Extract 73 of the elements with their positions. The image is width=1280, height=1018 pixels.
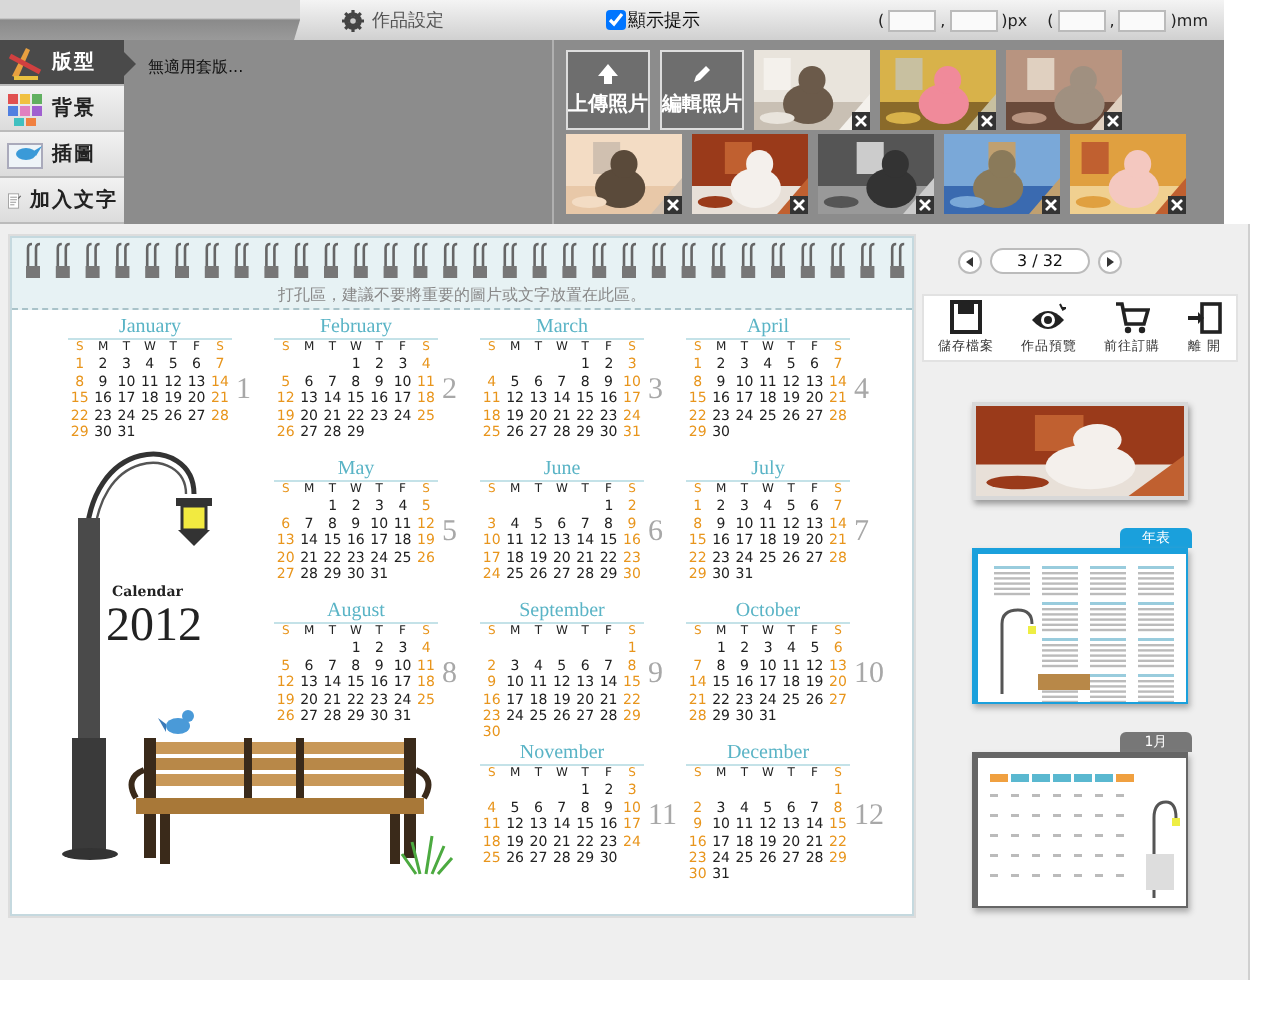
month-watermark-number: 4 [854,376,869,406]
month-watermark-number: 3 [648,376,663,406]
month-name: July [686,458,850,482]
close-icon[interactable] [978,112,996,130]
month-name: June [480,458,644,482]
month-watermark-number: 2 [442,376,457,406]
empty-message: 無適用套版... [148,56,246,78]
month-watermark-number: 7 [854,518,869,548]
month-name: March [480,316,644,340]
month-watermark-number: 8 [442,660,457,690]
pencil-icon [690,62,714,86]
close-icon[interactable] [916,196,934,214]
photo-thumbnail[interactable] [818,134,934,214]
month-watermark-number: 10 [854,660,884,690]
photo-thumbnail[interactable] [944,134,1060,214]
year-label: 2012 [106,600,202,652]
month-watermark-number: 9 [648,660,663,690]
page-counter: 3 / 32 [990,248,1090,274]
photo-thumbnail[interactable] [692,134,808,214]
hint-checkbox[interactable] [606,10,626,30]
photo-thumbnail[interactable] [1006,50,1122,130]
month-name: September [480,600,644,624]
photo-thumbnail[interactable] [754,50,870,130]
unit-label: )mm [1170,11,1208,29]
month-name: January [68,316,232,340]
month-name: April [686,316,850,340]
previous-page-icon[interactable] [958,249,982,273]
photo-thumbnail[interactable] [566,134,682,214]
close-icon[interactable] [664,196,682,214]
month-watermark-number: 12 [854,802,884,832]
photo-action-button[interactable]: 編輯照片 [660,50,744,130]
input-field[interactable] [888,9,937,31]
month-watermark-number: 5 [442,518,457,548]
month-watermark-number: 6 [648,518,663,548]
color-grid-icon [6,89,44,127]
grass-drawing [400,834,454,876]
photo-thumbnail[interactable] [880,50,996,130]
month-name: August [274,600,438,624]
sidebar-item[interactable]: 加入文字 [0,178,124,224]
settings-tab[interactable]: 作品設定 [330,4,456,36]
photo-thumbnail[interactable] [1070,134,1186,214]
close-icon[interactable] [1104,112,1122,130]
floppy-icon [947,300,984,336]
sidebar-item[interactable]: 背景 [0,86,124,132]
bracket-label: ( [878,11,885,29]
month-name: December [686,742,850,766]
upload-icon [596,62,620,86]
separator-label: , [940,11,946,29]
close-icon[interactable] [790,196,808,214]
month-watermark-number: 11 [648,802,677,832]
close-icon[interactable] [852,112,870,130]
cart-icon [1113,300,1150,336]
month-name: November [480,742,644,766]
checkbox-label: 顯示提示 [628,9,700,33]
unit-label: )px [1001,11,1028,29]
exit-door-icon [1186,300,1223,336]
gear-icon [342,9,364,31]
month-name: February [274,316,438,340]
month-name: October [686,600,850,624]
input-field[interactable] [1057,9,1106,31]
input-field[interactable] [1118,9,1167,31]
month-name: May [274,458,438,482]
bird-icon [158,710,194,734]
input-field[interactable] [949,9,998,31]
month-watermark-number: 1 [236,376,251,406]
ruler-pencil-icon [6,43,44,81]
photo-action-button[interactable]: 上傳照片 [566,50,650,130]
close-icon[interactable] [1042,196,1060,214]
bracket-label: ( [1047,11,1054,29]
separator-label: , [1109,11,1115,29]
next-page-icon[interactable] [1098,249,1122,273]
sidebar-item[interactable]: 插圖 [0,132,124,178]
close-icon[interactable] [1168,196,1186,214]
